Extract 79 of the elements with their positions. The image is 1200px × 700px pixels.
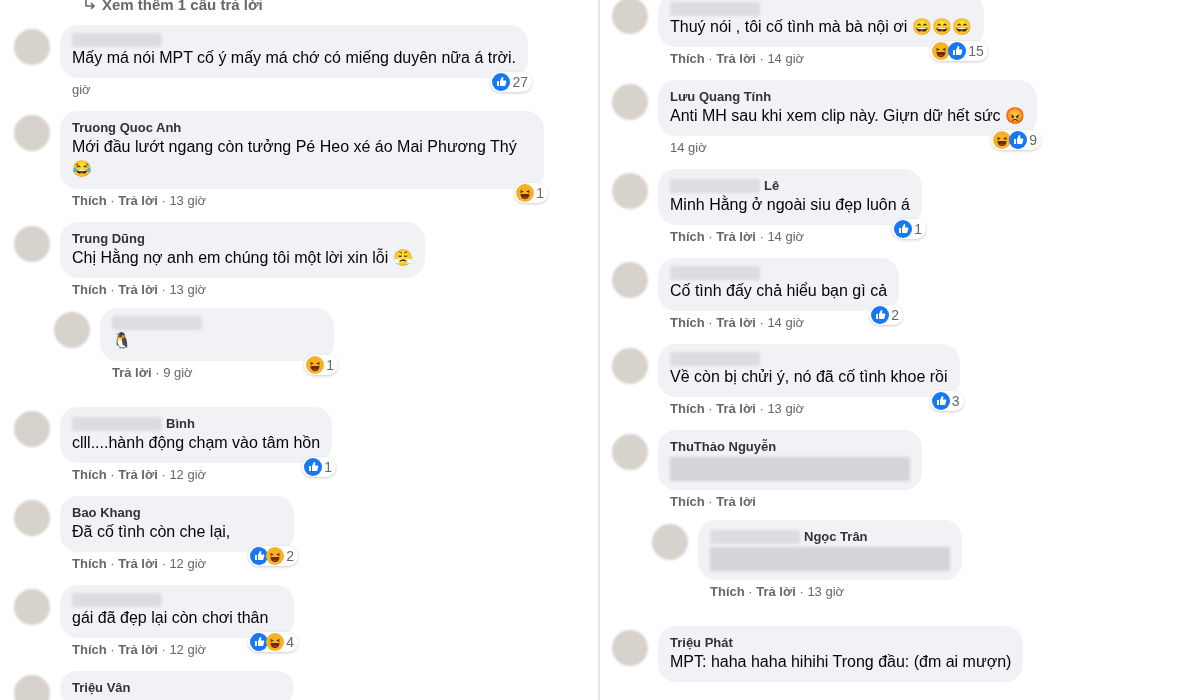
avatar[interactable] (14, 226, 50, 262)
reaction-count[interactable]: 3 (929, 391, 964, 411)
laughing-face-icon (993, 131, 1012, 149)
reaction-count[interactable]: 1 (892, 219, 926, 239)
author-name[interactable]: Triệu Phát (670, 634, 1012, 651)
comment-actions[interactable]: Thích · Trả lời (670, 494, 756, 510)
author-name[interactable]: Trung Dũng (72, 230, 413, 247)
avatar[interactable] (612, 630, 648, 666)
like-icon (304, 458, 323, 476)
reaction-count[interactable]: 4 (248, 632, 298, 652)
avatar[interactable] (14, 115, 50, 151)
reaction-count[interactable]: 15 (930, 41, 988, 61)
like-icon (250, 633, 269, 651)
author-name[interactable]: Ngọc Trân (804, 528, 868, 545)
laughing-face-icon (516, 184, 535, 202)
comment-text: clll....hành động chạm vào tâm hồn (72, 433, 321, 453)
avatar[interactable] (54, 312, 90, 348)
avatar[interactable] (612, 262, 648, 298)
comment-text: Thuý nói , tôi cố tình mà bà nội ơi 😄😄😄 (670, 17, 972, 37)
reaction-count[interactable]: 1 (302, 457, 337, 477)
comment-text: Cố tình đấy chả hiểu bạn gì cả (670, 281, 888, 301)
laughing-face-icon (266, 633, 285, 651)
comment-text: Mấy má nói MPT cố ý mấy má chớ có miếng duyên nữa á trời. (72, 48, 516, 68)
reaction-count[interactable]: 2 (869, 305, 904, 325)
comment-actions[interactable]: Thích · Trả lời · 14 giờ (670, 315, 805, 331)
comment-text: Chị Hằng nợ anh em chúng tôi một lời xin lỗi 😤 (72, 247, 413, 268)
comment-text: Minh Hằng ở ngoài siu đẹp luôn á (670, 194, 910, 215)
reaction-count[interactable]: 27 (490, 72, 532, 92)
avatar[interactable] (612, 434, 648, 470)
comment-text: gái đã đẹp lại còn chơi thân (72, 608, 270, 628)
like-icon (492, 73, 511, 91)
comment-actions[interactable]: Trả lời · 9 giờ (112, 365, 193, 381)
comment-text: Đã cố tình còn che lại, (72, 522, 232, 542)
laughing-face-icon (266, 547, 285, 565)
comment-text: 🐧 (112, 331, 133, 351)
comment-actions[interactable]: giờ (72, 82, 91, 98)
comment-actions[interactable]: Thích · Trả lời · 14 giờ (670, 229, 805, 245)
avatar[interactable] (612, 173, 648, 209)
reaction-count[interactable]: 2 (248, 546, 298, 566)
author-name[interactable]: Triệu Vân (72, 679, 282, 696)
laughing-face-icon (932, 42, 951, 60)
comment-text: Về còn bị chửi ý, nó đã cố tình khoe rồi (670, 367, 948, 387)
like-icon (894, 220, 913, 238)
avatar[interactable] (652, 524, 688, 560)
comment-actions[interactable]: Thích · Trả lời · 13 giờ (72, 282, 207, 298)
reaction-count[interactable]: 1 (514, 183, 548, 203)
avatar[interactable] (612, 84, 648, 120)
author-name[interactable]: Truong Quoc Anh (72, 119, 532, 136)
like-icon (1009, 131, 1028, 149)
comment-text: Anti MH sau khi xem clip này. Giựn dữ hết sức 😡 (670, 106, 1026, 126)
author-name[interactable]: ThuThảo Nguyễn (670, 438, 910, 455)
comment-text: Mới đầu lướt ngang còn tưởng Pé Heo xé áo Mai Phương Thý 😂 (72, 137, 518, 179)
like-icon (250, 547, 269, 565)
author-name[interactable]: Lê (764, 177, 780, 194)
laughing-face-icon (306, 356, 325, 374)
like-icon (931, 392, 950, 410)
comment-actions[interactable]: Thích · Trả lời · 12 giờ (72, 467, 207, 483)
reply-arrow-icon (84, 0, 96, 11)
avatar[interactable] (14, 500, 50, 536)
reaction-count[interactable]: 1 (304, 355, 338, 375)
avatar[interactable] (14, 589, 50, 625)
comment-actions[interactable]: Thích · Trả lời · 13 giờ (670, 401, 805, 417)
like-icon (948, 42, 967, 60)
author-name[interactable]: Bao Khang (72, 504, 282, 521)
comment-text: MPT: haha haha hihihi Trong đầu: (đm ai mượn) (670, 652, 1012, 672)
like-icon (871, 306, 890, 324)
comment-actions[interactable]: Thích · Trả lời · 13 giờ (72, 193, 207, 209)
avatar[interactable] (612, 0, 648, 34)
comment-actions[interactable]: 14 giờ (670, 140, 707, 156)
comment-actions[interactable]: Thích · Trả lời · 13 giờ (710, 584, 845, 600)
comment-actions[interactable]: Thích · Trả lời · 12 giờ (72, 556, 207, 572)
avatar[interactable] (612, 348, 648, 384)
author-name[interactable]: Bình (166, 415, 195, 432)
reaction-count[interactable]: 9 (991, 130, 1042, 150)
author-name[interactable]: Lưu Quang Tính (670, 88, 1026, 105)
comment-actions[interactable]: Thích · Trả lời · 12 giờ (72, 642, 207, 658)
avatar[interactable] (14, 411, 50, 447)
avatar[interactable] (14, 29, 50, 65)
comment-actions[interactable]: Thích · Trả lời · 14 giờ (670, 51, 805, 67)
